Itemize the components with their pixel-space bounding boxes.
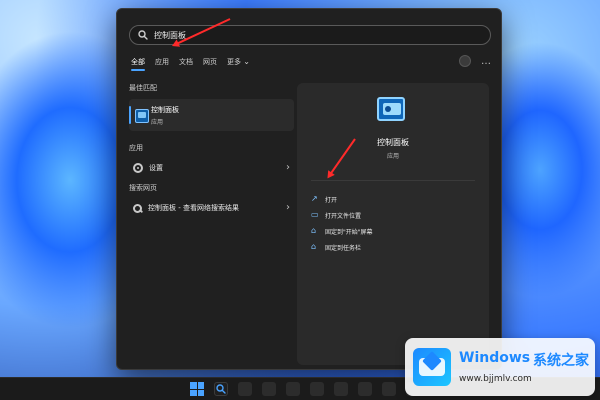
watermark: Windows 系统之家 www.bjjmlv.com <box>405 338 595 396</box>
taskbar-app-icon[interactable] <box>238 382 252 396</box>
tab-web[interactable]: 网页 <box>203 57 217 71</box>
action-open-label: 打开 <box>325 196 338 204</box>
windows-start-icon[interactable] <box>190 382 204 396</box>
details-divider <box>311 180 475 181</box>
search-box[interactable] <box>129 25 491 45</box>
action-pin-start-label: 固定到"开始"屏幕 <box>325 228 373 236</box>
chevron-right-icon: › <box>286 162 290 173</box>
taskbar-app-icon[interactable] <box>358 382 372 396</box>
app-result-label: 设置 <box>149 164 163 172</box>
action-pin-taskbar-label: 固定到任务栏 <box>325 244 362 252</box>
section-best-match-title: 最佳匹配 <box>129 84 157 92</box>
action-pin-start[interactable]: ⌂ 固定到"开始"屏幕 <box>311 223 475 239</box>
best-match-result[interactable]: 控制面板 应用 <box>129 99 294 131</box>
section-apps-title: 应用 <box>129 144 143 152</box>
gear-icon <box>133 163 143 173</box>
taskbar-app-icon[interactable] <box>334 382 348 396</box>
best-match-name: 控制面板 <box>151 106 179 114</box>
chevron-down-icon: ⌄ <box>243 57 250 66</box>
chevron-right-icon: › <box>286 202 290 213</box>
control-panel-large-icon <box>377 97 405 121</box>
start-search-window: 全部 应用 文档 网页 更多 ⌄ … 最佳匹配 控制面板 应用 应用 设置 › … <box>116 8 502 370</box>
tab-all[interactable]: 全部 <box>131 57 145 71</box>
taskbar-app-icon[interactable] <box>310 382 324 396</box>
section-web-title: 搜索网页 <box>129 184 157 192</box>
action-pin-taskbar[interactable]: ⌂ 固定到任务栏 <box>311 239 475 255</box>
selection-accent <box>129 106 131 124</box>
taskbar-search-icon[interactable] <box>214 382 228 396</box>
watermark-title-cn: 系统之家 <box>533 353 589 369</box>
search-tabs: 全部 应用 文档 网页 更多 ⌄ <box>131 57 250 71</box>
ellipsis-icon[interactable]: … <box>481 56 491 67</box>
action-open-file-location[interactable]: ▭ 打开文件位置 <box>311 207 475 223</box>
results-list: 最佳匹配 控制面板 应用 应用 设置 › 搜索网页 控制面板 - 查看网络搜索结… <box>129 83 297 353</box>
details-panel: 控制面板 应用 ↗ 打开 ▭ 打开文件位置 ⌂ 固定到"开始"屏幕 ⌂ 固定到任… <box>297 83 489 365</box>
pin-icon: ⌂ <box>311 226 317 235</box>
action-open-file-location-label: 打开文件位置 <box>325 212 362 220</box>
taskbar-app-icon[interactable] <box>382 382 396 396</box>
taskbar-center <box>190 382 420 396</box>
web-result-item[interactable]: 控制面板 - 查看网络搜索结果 › <box>129 199 294 217</box>
control-panel-icon <box>135 109 149 123</box>
open-icon: ↗ <box>311 194 318 203</box>
folder-icon: ▭ <box>311 210 319 219</box>
app-result-settings[interactable]: 设置 › <box>129 159 294 177</box>
tab-more[interactable]: 更多 ⌄ <box>227 57 250 71</box>
details-actions: ↗ 打开 ▭ 打开文件位置 ⌂ 固定到"开始"屏幕 ⌂ 固定到任务栏 <box>311 191 475 255</box>
watermark-logo-icon <box>413 348 451 386</box>
pin-icon: ⌂ <box>311 242 317 251</box>
web-result-label: 控制面板 - 查看网络搜索结果 <box>148 204 239 212</box>
tab-apps[interactable]: 应用 <box>155 57 169 71</box>
best-match-type: 应用 <box>151 119 164 126</box>
tab-documents[interactable]: 文档 <box>179 57 193 71</box>
tab-more-label: 更多 <box>227 58 241 66</box>
details-subtitle: 应用 <box>386 153 399 160</box>
search-icon <box>138 30 148 40</box>
watermark-url: www.bjjmlv.com <box>459 374 532 384</box>
avatar-icon[interactable] <box>459 55 471 67</box>
action-open[interactable]: ↗ 打开 <box>311 191 475 207</box>
details-title: 控制面板 <box>377 138 409 147</box>
taskbar-app-icon[interactable] <box>286 382 300 396</box>
watermark-title: Windows <box>459 350 531 366</box>
taskbar-app-icon[interactable] <box>262 382 276 396</box>
top-right-controls: … <box>459 55 491 67</box>
search-icon <box>133 203 142 213</box>
